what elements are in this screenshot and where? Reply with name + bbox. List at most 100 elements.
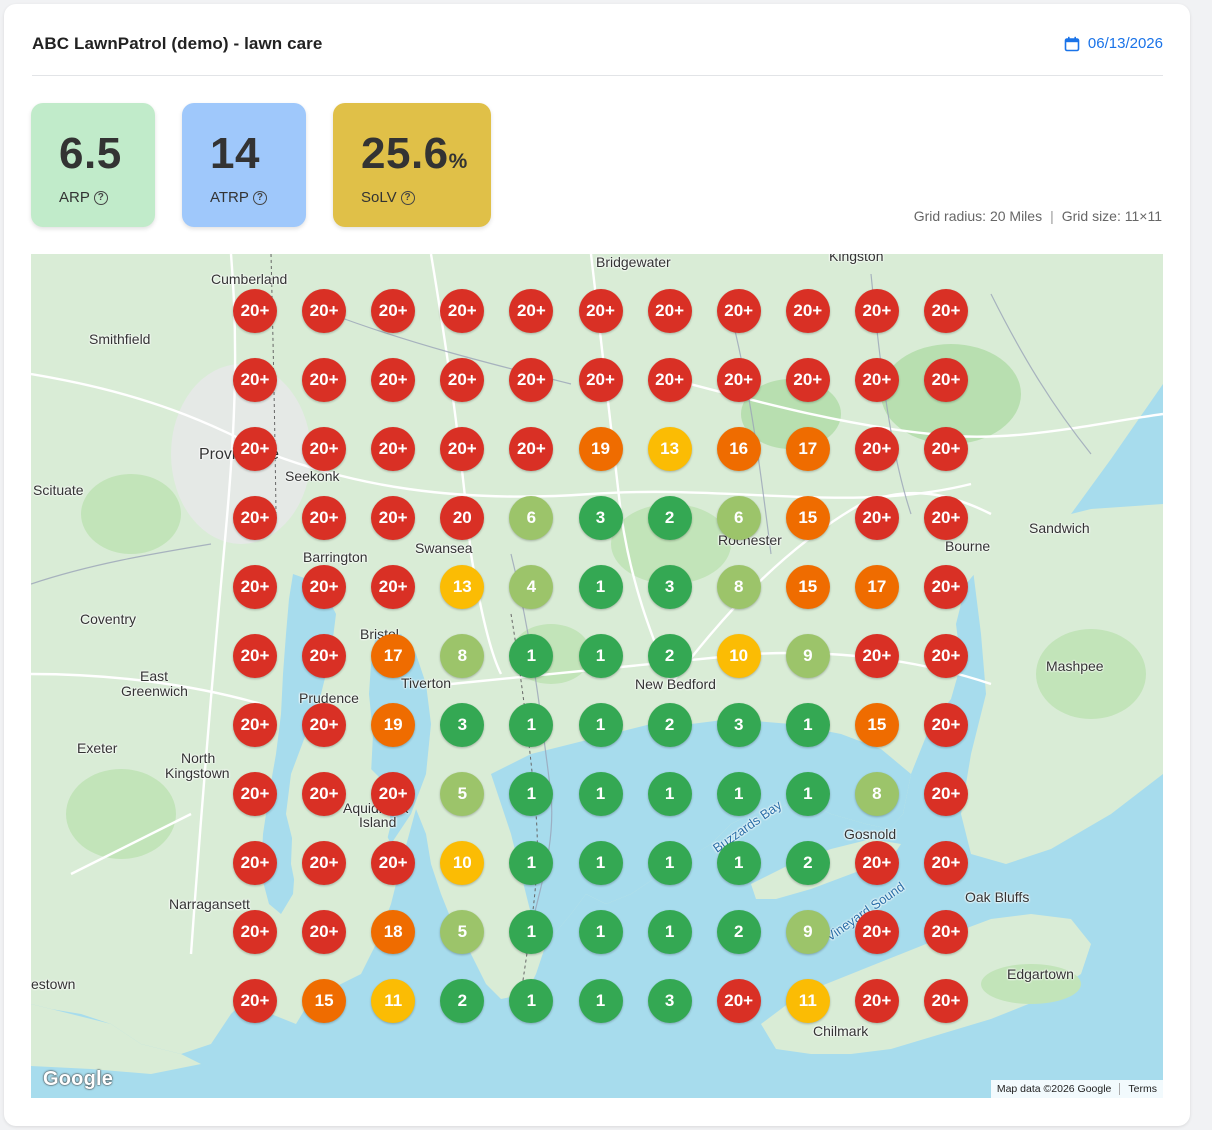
date-picker[interactable]: 06/13/2026 [1064,35,1163,52]
rank-pin[interactable]: 20+ [716,289,761,333]
rank-pin[interactable]: 20+ [854,289,899,333]
rank-pin[interactable]: 3 [578,496,623,540]
rank-pin[interactable]: 20+ [924,427,968,471]
rank-pin[interactable]: 2 [647,496,692,540]
rank-pin[interactable]: 15 [854,703,899,747]
rank-pin[interactable]: 1 [647,910,692,954]
rank-pin[interactable]: 20+ [440,427,485,471]
rank-pin[interactable]: 1 [785,772,830,816]
rank-pin[interactable]: 1 [647,772,692,816]
rank-pin[interactable]: 20+ [440,358,485,402]
rank-pin[interactable]: 20+ [716,979,761,1023]
rank-pin[interactable]: 9 [785,910,830,954]
rank-pin[interactable]: 20+ [854,496,899,540]
rank-pin[interactable]: 8 [440,634,485,678]
rank-pin[interactable]: 15 [785,565,830,609]
rank-pin[interactable]: 1 [785,703,830,747]
rank-pin[interactable]: 1 [647,841,692,885]
rank-pin[interactable]: 20+ [302,910,347,954]
rank-pin[interactable]: 10 [716,634,761,678]
rank-pin[interactable]: 19 [371,703,416,747]
rank-pin[interactable]: 20+ [371,841,416,885]
rank-pin[interactable]: 20+ [302,358,347,402]
rank-pin[interactable]: 20+ [371,565,416,609]
help-icon[interactable]: ? [252,190,267,205]
rank-pin[interactable]: 1 [578,634,623,678]
rank-pin[interactable]: 20+ [578,289,623,333]
terms-link[interactable]: Terms [1128,1083,1157,1095]
rank-pin[interactable]: 20+ [302,289,347,333]
rank-pin[interactable]: 20+ [924,565,968,609]
rank-pin[interactable]: 1 [578,565,623,609]
rank-pin[interactable]: 20+ [302,427,347,471]
rank-pin[interactable]: 20+ [924,634,968,678]
rank-pin[interactable]: 1 [578,979,623,1023]
rank-pin[interactable]: 15 [302,979,347,1023]
rank-pin[interactable]: 20+ [233,358,277,402]
rank-pin[interactable]: 20+ [233,841,277,885]
rank-pin[interactable]: 13 [647,427,692,471]
rank-pin[interactable]: 20+ [371,358,416,402]
rank-pin[interactable]: 20+ [854,979,899,1023]
rank-pin[interactable]: 20+ [233,772,277,816]
rank-pin[interactable]: 3 [647,565,692,609]
rank-pin[interactable]: 20+ [233,910,277,954]
map-view[interactable]: Bridgewater Kingston Cumberland Smithfield S… [31,254,1163,1098]
rank-pin[interactable]: 20+ [233,979,277,1023]
rank-pin[interactable]: 2 [647,634,692,678]
rank-pin[interactable]: 20+ [233,496,277,540]
rank-pin[interactable]: 16 [716,427,761,471]
rank-pin[interactable]: 20+ [924,772,968,816]
rank-pin[interactable]: 20+ [440,289,485,333]
rank-pin[interactable]: 20+ [854,910,899,954]
rank-pin[interactable]: 17 [785,427,830,471]
rank-pin[interactable]: 20+ [647,358,692,402]
rank-pin[interactable]: 20+ [854,634,899,678]
rank-pin[interactable]: 20+ [233,565,277,609]
rank-pin[interactable]: 20+ [785,358,830,402]
rank-pin[interactable]: 20+ [924,289,968,333]
rank-pin[interactable]: 20+ [233,289,277,333]
rank-pin[interactable]: 5 [440,772,485,816]
rank-pin[interactable]: 20+ [302,772,347,816]
rank-pin[interactable]: 20+ [785,289,830,333]
rank-pin[interactable]: 20+ [716,358,761,402]
rank-pin[interactable]: 11 [371,979,416,1023]
rank-pin[interactable]: 20+ [371,496,416,540]
rank-pin[interactable]: 3 [647,979,692,1023]
rank-pin[interactable]: 1 [578,910,623,954]
rank-pin[interactable]: 19 [578,427,623,471]
rank-pin[interactable]: 20+ [302,496,347,540]
rank-pin[interactable]: 20 [440,496,485,540]
rank-pin[interactable]: 11 [785,979,830,1023]
rank-pin[interactable]: 15 [785,496,830,540]
rank-pin[interactable]: 18 [371,910,416,954]
rank-pin[interactable]: 20+ [302,703,347,747]
rank-pin[interactable]: 20+ [371,289,416,333]
rank-pin[interactable]: 20+ [924,703,968,747]
rank-pin[interactable]: 1 [716,841,761,885]
rank-pin[interactable]: 1 [716,772,761,816]
rank-pin[interactable]: 1 [578,772,623,816]
rank-pin[interactable]: 20+ [854,358,899,402]
rank-pin[interactable]: 20+ [233,703,277,747]
rank-pin[interactable]: 20+ [233,427,277,471]
rank-pin[interactable]: 20+ [854,841,899,885]
rank-pin[interactable]: 2 [716,910,761,954]
rank-pin[interactable]: 20+ [924,496,968,540]
rank-pin[interactable]: 20+ [924,910,968,954]
rank-pin[interactable]: 13 [440,565,485,609]
rank-pin[interactable]: 20+ [924,358,968,402]
help-icon[interactable]: ? [400,190,415,205]
rank-pin[interactable]: 20+ [578,358,623,402]
rank-pin[interactable]: 20+ [302,634,347,678]
rank-pin[interactable]: 20+ [924,979,968,1023]
rank-pin[interactable]: 6 [716,496,761,540]
rank-pin[interactable]: 5 [440,910,485,954]
rank-pin[interactable]: 20+ [924,841,968,885]
rank-pin[interactable]: 20+ [302,565,347,609]
rank-pin[interactable]: 8 [716,565,761,609]
rank-pin[interactable]: 20+ [854,427,899,471]
rank-pin[interactable]: 8 [854,772,899,816]
help-icon[interactable]: ? [93,190,108,205]
